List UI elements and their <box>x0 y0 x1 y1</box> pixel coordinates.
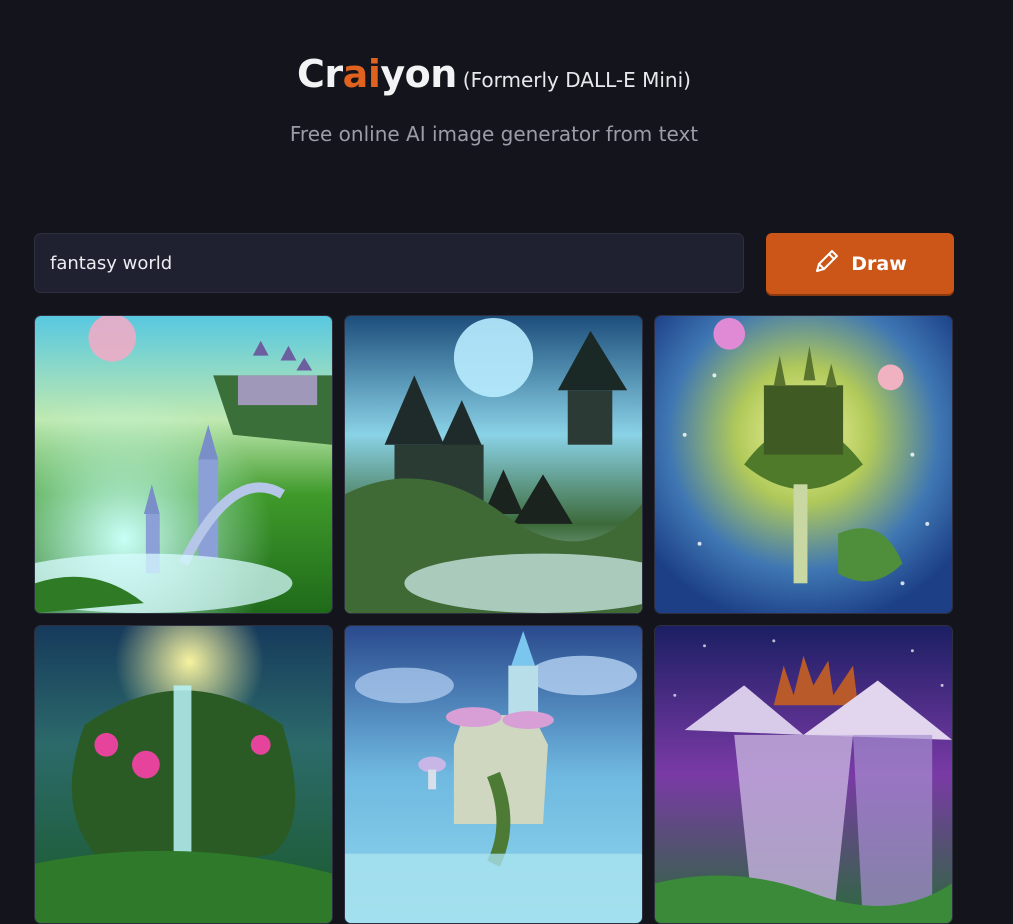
formerly-label: (Formerly DALL-E Mini) <box>462 68 691 92</box>
result-image-5[interactable] <box>344 625 643 924</box>
pencil-icon <box>813 247 841 280</box>
result-image-1[interactable] <box>34 315 333 614</box>
result-image-3[interactable] <box>654 315 953 614</box>
page-title: Craiyon (Formerly DALL-E Mini) <box>0 52 988 96</box>
draw-button-label: Draw <box>851 252 907 275</box>
draw-button[interactable]: Draw <box>766 233 954 294</box>
page-subtitle: Free online AI image generator from text <box>289 122 699 146</box>
result-image-6[interactable] <box>654 625 953 924</box>
result-image-4[interactable] <box>34 625 333 924</box>
craiyon-logo: Craiyon <box>297 52 457 96</box>
prompt-input[interactable] <box>34 233 744 293</box>
result-image-2[interactable] <box>344 315 643 614</box>
